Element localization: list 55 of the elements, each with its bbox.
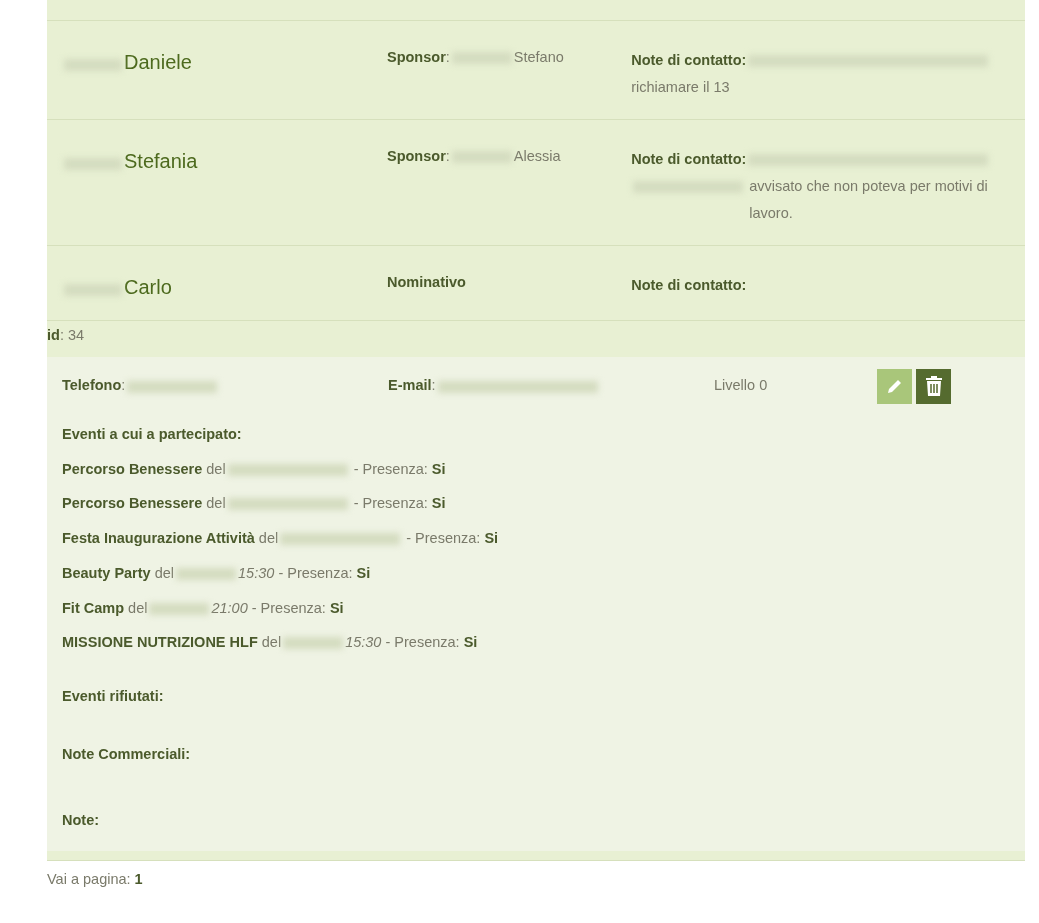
blurred-text bbox=[283, 637, 344, 650]
presence-value: Si bbox=[484, 530, 499, 546]
trash-icon bbox=[924, 375, 943, 398]
section-heading: Note: bbox=[62, 810, 101, 830]
events-heading: Eventi a cui a partecipato: bbox=[62, 424, 243, 444]
notes-label: Note di contatto: bbox=[631, 151, 747, 167]
event-time: 21:00 bbox=[211, 599, 248, 616]
field-label: Nominativo bbox=[386, 274, 466, 290]
section-heading: Note Commerciali: bbox=[62, 744, 192, 764]
event-title: Beauty Party bbox=[62, 564, 151, 581]
presence-value: Si bbox=[329, 599, 344, 616]
blurred-text bbox=[149, 602, 210, 615]
event-title: Percorso Benessere bbox=[62, 495, 203, 512]
notes-label: Note di contatto: bbox=[631, 52, 747, 68]
presence-value: Si bbox=[431, 460, 446, 477]
sponsor-name: Stefano bbox=[513, 49, 564, 65]
presence-label: - Presenza: bbox=[353, 495, 428, 512]
event-connector: del bbox=[206, 495, 226, 512]
note-text: avvisato che non poteva per motivi di lavoro. bbox=[749, 177, 989, 223]
event-connector: del bbox=[206, 460, 226, 477]
delete-button[interactable] bbox=[916, 368, 951, 404]
event-title: Festa Inaugurazione Attività bbox=[62, 530, 255, 546]
event-title: Percorso Benessere bbox=[62, 460, 203, 477]
presence-value: Si bbox=[356, 564, 371, 581]
phone-label: Telefono: bbox=[62, 377, 126, 394]
event-connector: del bbox=[258, 530, 279, 546]
level-text: Livello 0 bbox=[714, 377, 768, 394]
contact-name: Carlo bbox=[124, 276, 172, 298]
section-heading: Eventi rifiutati: bbox=[62, 687, 165, 706]
notes-label: Note di contatto: bbox=[631, 277, 747, 293]
event-connector: del bbox=[261, 634, 282, 651]
email-label: E-mail: bbox=[388, 377, 436, 394]
event-title: MISSIONE NUTRIZIONE HLF bbox=[62, 634, 258, 651]
blurred-text bbox=[176, 567, 237, 580]
event-connector: del bbox=[154, 564, 175, 581]
pencil-icon bbox=[885, 377, 904, 396]
event-time: 15:30 bbox=[345, 634, 382, 651]
contact-name: Stefania bbox=[124, 150, 198, 172]
presence-label: - Presenza: bbox=[406, 530, 481, 546]
note-text: richiamare il 13 bbox=[631, 79, 730, 95]
presence-label: - Presenza: bbox=[353, 460, 428, 477]
presence-value: Si bbox=[463, 634, 478, 651]
field-label: Sponsor: bbox=[386, 49, 450, 65]
presence-label: - Presenza: bbox=[251, 599, 326, 616]
contact-id: id: 34 bbox=[47, 327, 85, 343]
presence-value: Si bbox=[431, 495, 446, 512]
event-title: Fit Camp bbox=[62, 599, 125, 616]
pagination-text: Vai a pagina: 1 bbox=[47, 870, 144, 890]
field-label: Sponsor: bbox=[386, 148, 450, 164]
event-connector: del bbox=[128, 599, 148, 616]
presence-label: - Presenza: bbox=[278, 564, 353, 581]
sponsor-name: Alessia bbox=[513, 148, 561, 164]
event-time: 15:30 bbox=[238, 564, 275, 581]
contact-name: Daniele bbox=[124, 51, 192, 73]
presence-label: - Presenza: bbox=[385, 634, 460, 651]
